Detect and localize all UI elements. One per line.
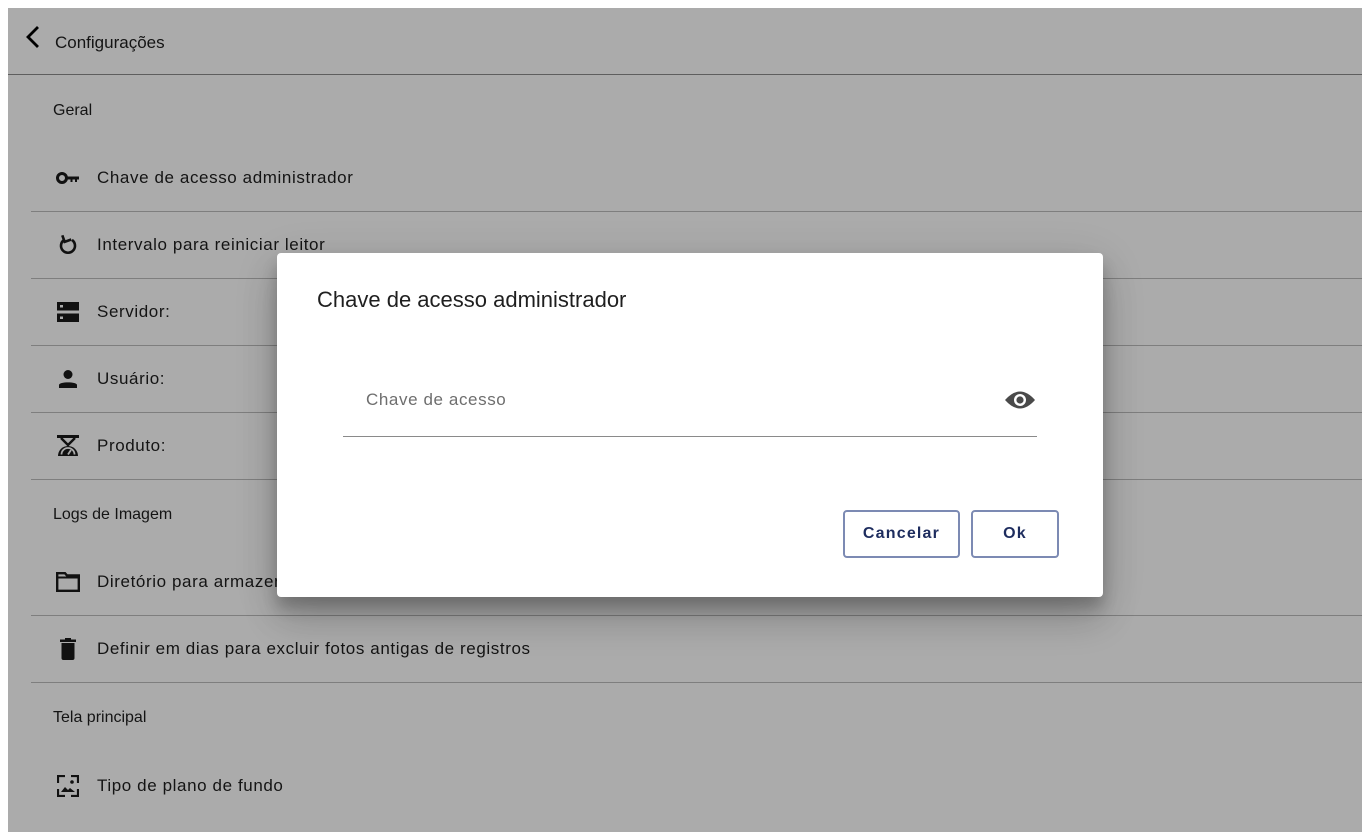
admin-key-dialog: Chave de acesso administrador Cancelar O…: [277, 253, 1103, 597]
eye-icon[interactable]: [1003, 385, 1037, 415]
window-edge: [0, 0, 1362, 8]
access-key-field: [343, 375, 1037, 437]
dialog-title: Chave de acesso administrador: [317, 287, 627, 312]
window-edge: [0, 0, 8, 832]
access-key-input[interactable]: [343, 383, 1008, 417]
ok-button[interactable]: Ok: [971, 510, 1059, 558]
cancel-button[interactable]: Cancelar: [843, 510, 960, 558]
